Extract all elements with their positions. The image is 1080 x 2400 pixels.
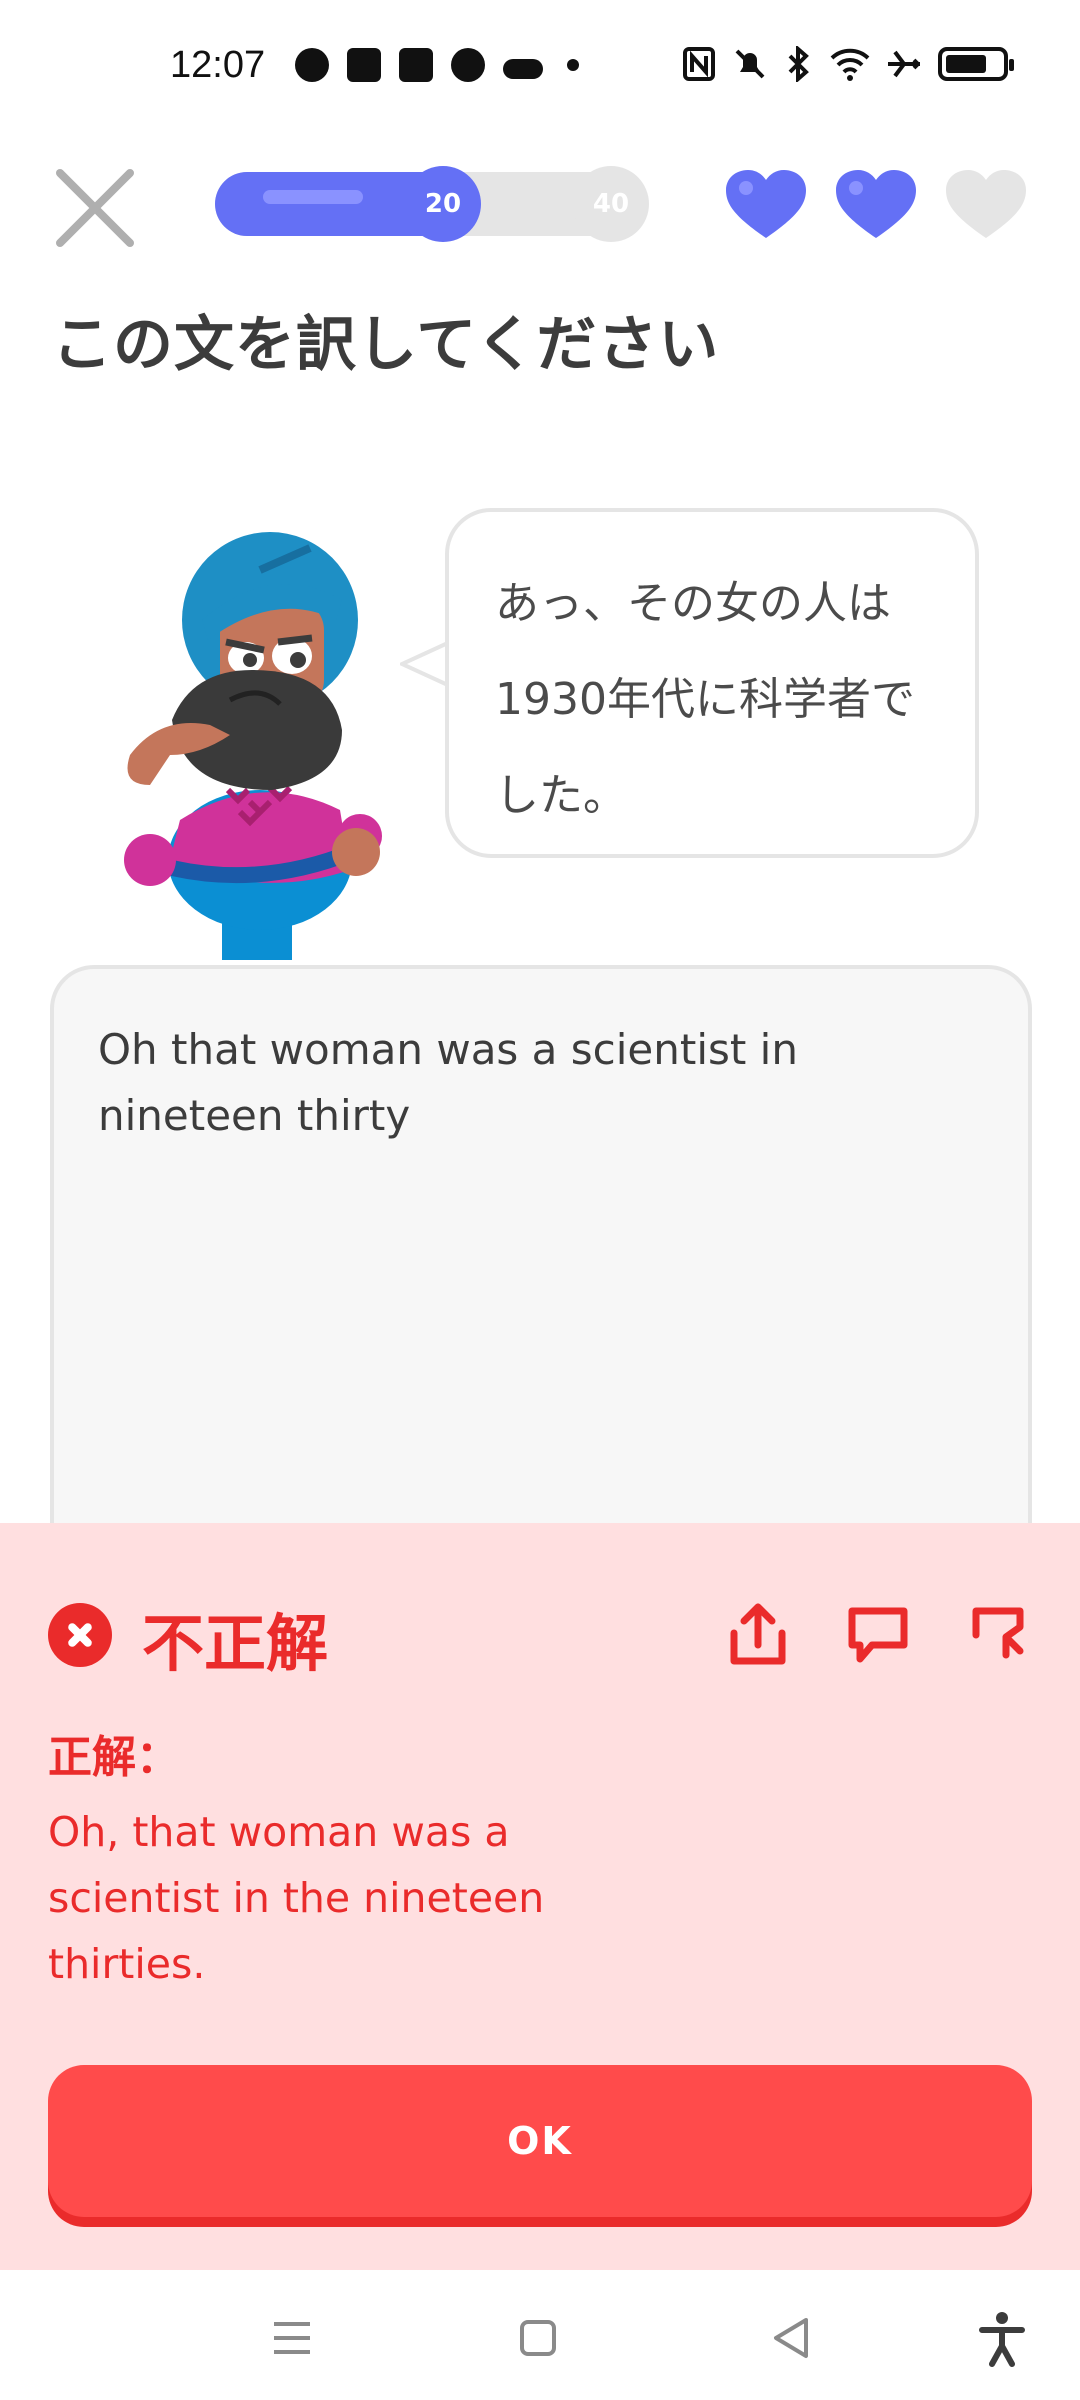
- feedback-status: 不正解: [142, 1607, 329, 1680]
- status-bar: 12:07: [0, 0, 1080, 140]
- bluetooth-icon: [788, 46, 809, 82]
- progress-shine: [263, 190, 363, 204]
- app-icon: [399, 48, 433, 82]
- wifi-icon: [830, 48, 870, 81]
- page-title: この文を訳してください: [52, 310, 720, 380]
- answer-text: Oh that woman was a scientist in ninetee…: [98, 1025, 798, 1140]
- airplane-icon: [888, 50, 920, 78]
- incorrect-icon: [48, 1603, 112, 1667]
- github-icon: [451, 48, 485, 82]
- ok-button[interactable]: OK: [48, 2065, 1032, 2217]
- system-icons: [682, 46, 1014, 82]
- lesson-progress-bar: 20 40: [215, 166, 649, 242]
- heart-empty-icon: [946, 170, 1026, 238]
- nfc-icon: [683, 47, 715, 81]
- comment-icon[interactable]: [842, 1599, 914, 1671]
- back-icon[interactable]: [762, 2308, 822, 2368]
- prompt-line: した。: [495, 770, 627, 821]
- dot-icon: [567, 59, 579, 71]
- character-illustration: [124, 532, 382, 960]
- share-icon[interactable]: [722, 1599, 794, 1671]
- hearts: [724, 168, 1028, 240]
- correct-answer-label: 正解：: [48, 1732, 180, 1783]
- flag-icon[interactable]: [962, 1599, 1034, 1671]
- battery-icon: [938, 47, 1014, 81]
- home-icon[interactable]: [508, 2308, 568, 2368]
- close-icon[interactable]: [52, 165, 138, 251]
- app-icon: [347, 48, 381, 82]
- menu-icon[interactable]: [262, 2308, 322, 2368]
- mute-icon: [735, 49, 765, 79]
- status-time: 12:07: [170, 44, 266, 86]
- welcia-icon: [503, 58, 543, 79]
- facebook-icon: [295, 48, 329, 82]
- accessibility-icon[interactable]: [972, 2308, 1032, 2368]
- navigation-bar: [0, 2270, 1080, 2400]
- correct-answer-text: Oh, that woman was a scientist in the ni…: [48, 1808, 545, 1988]
- heart-full-icon: [726, 170, 806, 238]
- milestone-next: 40: [573, 166, 649, 242]
- prompt-speech-bubble: あっ、その女の人は 1930年代に科学者で した。: [445, 508, 979, 858]
- prompt-line: 1930年代に科学者で: [495, 674, 915, 725]
- heart-full-icon: [836, 170, 916, 238]
- answer-textarea[interactable]: Oh that woman was a scientist in ninetee…: [50, 965, 1032, 1605]
- prompt-line: あっ、その女の人は: [495, 578, 891, 629]
- notification-icons: [295, 48, 585, 82]
- milestone-current: 20: [405, 166, 481, 242]
